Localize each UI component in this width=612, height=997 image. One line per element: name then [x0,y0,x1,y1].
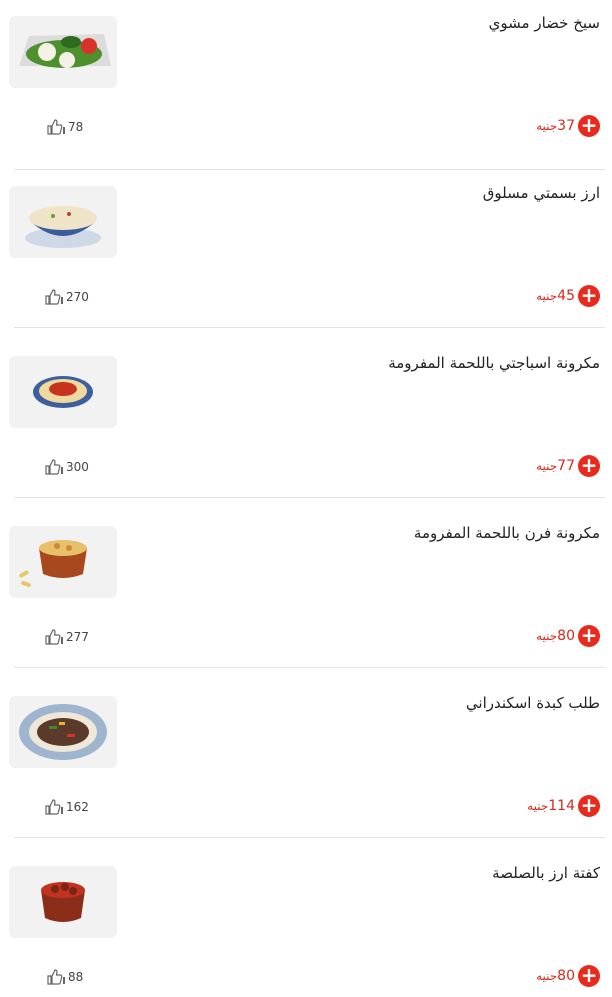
currency-label: جنيه [536,119,558,133]
likes[interactable]: 300 [44,458,89,476]
likes[interactable]: 270 [44,288,89,306]
add-to-cart-button[interactable]: + [578,625,600,647]
price-row: + 80 جنيه [536,625,600,647]
plus-icon: + [580,453,598,477]
likes[interactable]: 78 [46,118,83,136]
thumbs-up-icon[interactable] [44,458,64,476]
menu-item[interactable]: مكرونة اسباجتي باللحمة المفرومة + 77 جني… [0,328,612,498]
add-to-cart-button[interactable]: + [578,795,600,817]
add-to-cart-button[interactable]: + [578,115,600,137]
likes[interactable]: 162 [44,798,89,816]
price-value: 80 [557,628,575,644]
item-title: مكرونة فرن باللحمة المفرومة [413,524,600,542]
basmati-rice-image[interactable] [9,186,117,258]
plus-icon: + [580,963,598,987]
thumbs-up-icon[interactable] [44,288,64,306]
item-title: كفتة ارز بالصلصة [492,864,600,882]
thumbs-up-icon[interactable] [46,118,66,136]
item-title: طلب كبدة اسكندراني [465,694,600,712]
plus-icon: + [580,283,598,307]
likes-count: 300 [66,460,89,474]
grilled-vegetables-image[interactable] [9,16,117,88]
item-title: ارز بسمتي مسلوق [482,184,600,202]
baked-pasta-image[interactable] [9,526,117,598]
thumbs-up-icon[interactable] [46,968,66,986]
currency-label: جنيه [527,799,549,813]
likes-count: 78 [68,120,84,134]
add-to-cart-button[interactable]: + [578,285,600,307]
item-title: سيخ خضار مشوي [488,14,600,32]
price-row: + 77 جنيه [536,455,600,477]
add-to-cart-button[interactable]: + [578,455,600,477]
likes[interactable]: 88 [46,968,83,986]
likes[interactable]: 277 [44,628,89,646]
currency-label: جنيه [536,289,558,303]
menu-item[interactable]: ارز بسمتي مسلوق + 45 جنيه 270 [0,158,612,328]
likes-count: 270 [66,290,89,304]
price-row: + 80 جنيه [536,965,600,987]
spaghetti-image[interactable] [9,356,117,428]
menu-item[interactable]: سيخ خضار مشوي + 37 جنيه 78 [0,0,612,170]
plus-icon: + [580,793,598,817]
price-value: 114 [548,798,575,814]
price-value: 77 [557,458,575,474]
currency-label: جنيه [536,969,558,983]
currency-label: جنيه [536,459,558,473]
price-value: 37 [557,118,575,134]
likes-count: 162 [66,800,89,814]
likes-count: 277 [66,630,89,644]
price-row: + 45 جنيه [536,285,600,307]
liver-dish-image[interactable] [9,696,117,768]
price-row: + 37 جنيه [536,115,600,137]
menu-item[interactable]: مكرونة فرن باللحمة المفرومة + 80 جنيه 27… [0,498,612,668]
currency-label: جنيه [536,629,558,643]
thumbs-up-icon[interactable] [44,798,64,816]
plus-icon: + [580,113,598,137]
thumbs-up-icon[interactable] [44,628,64,646]
price-value: 80 [557,968,575,984]
item-title: مكرونة اسباجتي باللحمة المفرومة [388,354,600,372]
likes-count: 88 [68,970,84,984]
price-value: 45 [557,288,575,304]
menu-item[interactable]: طلب كبدة اسكندراني + 114 جنيه 162 [0,668,612,838]
plus-icon: + [580,623,598,647]
menu-item[interactable]: كفتة ارز بالصلصة + 80 جنيه 88 [0,838,612,997]
kofta-sauce-image[interactable] [9,866,117,938]
price-row: + 114 جنيه [527,795,600,817]
add-to-cart-button[interactable]: + [578,965,600,987]
